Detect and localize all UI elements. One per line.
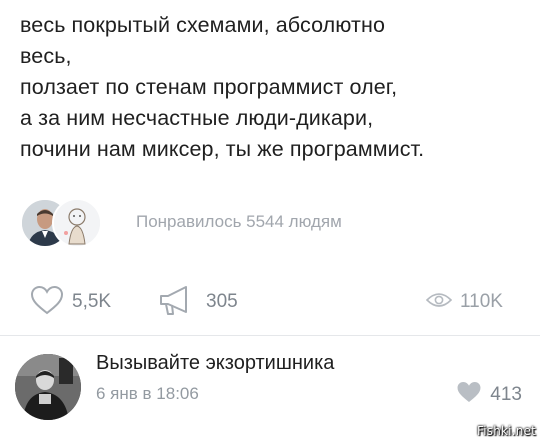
comment: Вызывайте экзортишника 6 янв в 18:06 413 <box>0 340 540 440</box>
megaphone-icon <box>158 284 198 321</box>
share-count: 305 <box>206 291 238 312</box>
likers-row[interactable]: Понравилось 5544 людям <box>20 198 520 248</box>
comment-avatar[interactable] <box>15 354 81 420</box>
comment-author[interactable]: Вызывайте экзортишника <box>96 352 334 375</box>
comment-date: 6 янв в 18:06 <box>96 384 199 403</box>
liker-avatar[interactable] <box>52 198 102 248</box>
comment-like-count: 413 <box>490 383 522 405</box>
watermark: Fishki.net <box>476 424 536 438</box>
eye-icon <box>425 291 453 314</box>
heart-outline-icon <box>30 285 64 320</box>
post-line: почини нам миксер, ты же программист. <box>20 137 425 161</box>
like-count: 5,5K <box>72 291 112 312</box>
view-count: 110K <box>460 291 503 312</box>
views-indicator: 110K <box>425 282 503 322</box>
comment-like-button[interactable]: 413 <box>456 380 522 409</box>
share-button[interactable]: 305 <box>158 282 238 322</box>
post-line: ползает по стенам программист олег, <box>20 75 398 99</box>
post-line: весь покрытый схемами, абсолютно <box>20 13 386 37</box>
post-actions: 5,5K 305 110K <box>0 282 540 322</box>
post-line: а за ним несчастные люди-дикари, <box>20 106 374 130</box>
like-button[interactable]: 5,5K <box>30 282 111 322</box>
post-line: весь, <box>20 44 72 68</box>
likes-summary[interactable]: Понравилось 5544 людям <box>136 212 342 232</box>
divider <box>0 335 540 336</box>
heart-filled-icon <box>456 380 482 409</box>
post-text: весь покрытый схемами, абсолютно весь, п… <box>20 10 525 165</box>
